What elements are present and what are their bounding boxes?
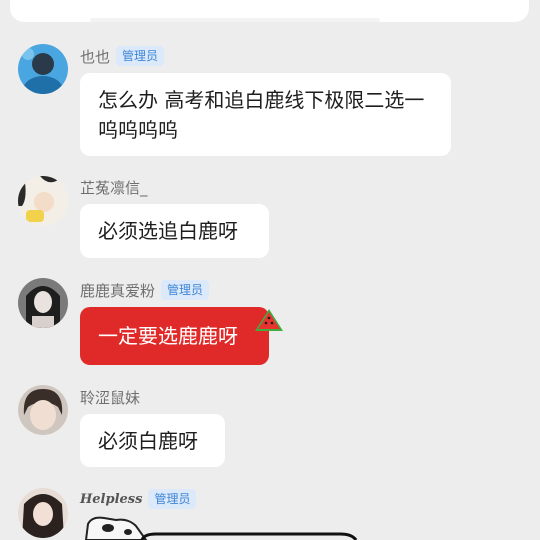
- sender-row: Helpless 管理员: [80, 488, 197, 510]
- avatar-lulu-fan[interactable]: [18, 278, 68, 328]
- sender-name[interactable]: Helpless: [80, 492, 142, 507]
- sender-name[interactable]: 芷菟凛信_: [80, 177, 148, 198]
- avatar-lingse[interactable]: [18, 385, 68, 435]
- message-bubble[interactable]: 必须选追白鹿呀: [80, 204, 269, 258]
- avatar-yeye[interactable]: [18, 44, 68, 94]
- sender-name[interactable]: 也也: [80, 46, 110, 67]
- previous-message-card: [10, 0, 529, 22]
- sender-row: 芷菟凛信_: [80, 176, 148, 198]
- cow-sticker-icon[interactable]: [80, 516, 360, 540]
- sender-row: 也也 管理员: [80, 45, 165, 67]
- avatar-helpless[interactable]: [18, 488, 68, 538]
- sender-row: 聆涩鼠妹: [80, 386, 140, 408]
- admin-badge: 管理员: [161, 280, 210, 300]
- admin-badge: 管理员: [148, 489, 197, 509]
- message-bubble-highlighted[interactable]: 一定要选鹿鹿呀: [80, 307, 269, 365]
- admin-badge: 管理员: [116, 46, 165, 66]
- card-divider: [90, 18, 380, 22]
- message-bubble[interactable]: 必须白鹿呀: [80, 414, 225, 467]
- watermelon-icon: [255, 309, 283, 331]
- avatar-zhitu[interactable]: [18, 176, 68, 226]
- sender-name[interactable]: 鹿鹿真爱粉: [80, 280, 155, 301]
- sender-row: 鹿鹿真爱粉 管理员: [80, 279, 210, 301]
- sender-name[interactable]: 聆涩鼠妹: [80, 387, 140, 408]
- message-bubble[interactable]: 怎么办 高考和追白鹿线下极限二选一呜呜呜呜: [80, 73, 451, 156]
